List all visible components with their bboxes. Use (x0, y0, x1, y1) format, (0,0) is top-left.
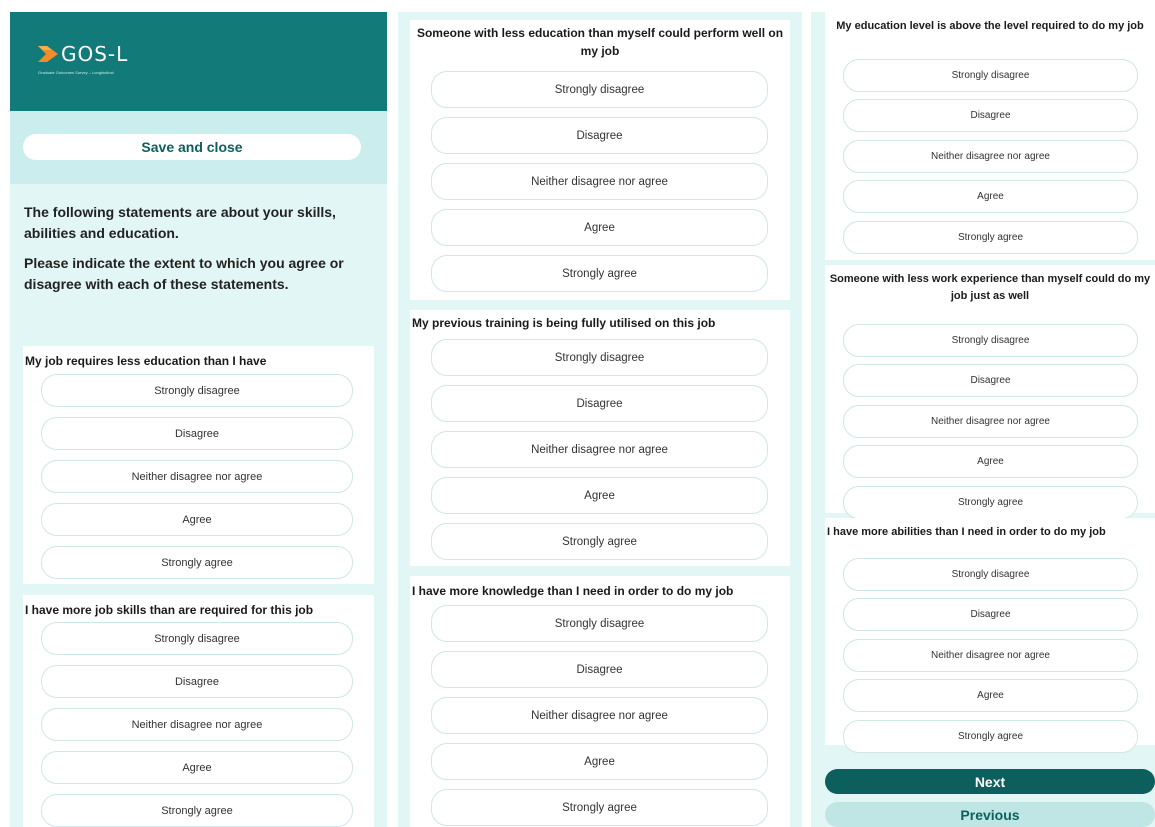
save-and-close-button[interactable]: Save and close (23, 134, 361, 160)
answer-option[interactable]: Agree (431, 743, 768, 780)
question-card: I have more knowledge than I need in ord… (410, 576, 790, 827)
question-title: I have more knowledge than I need in ord… (412, 584, 734, 598)
answer-option[interactable]: Disagree (431, 117, 768, 154)
answer-option[interactable]: Neither disagree nor agree (843, 139, 1138, 173)
intro-text: The following statements are about your … (10, 184, 387, 295)
survey-panel-3: My education level is above the level re… (811, 12, 1155, 827)
question-card: I have more abilities than I need in ord… (825, 518, 1155, 753)
question-title: My education level is above the level re… (836, 20, 1144, 32)
answer-option[interactable]: Strongly agree (843, 719, 1138, 753)
answer-option[interactable]: Disagree (843, 598, 1138, 632)
answer-option[interactable]: Strongly agree (431, 255, 768, 292)
survey-panel-1: GOS-L Graduate Outcomes Survey – Longitu… (10, 12, 387, 827)
answer-option[interactable]: Strongly agree (41, 794, 353, 827)
question-card: My job requires less education than I ha… (23, 346, 374, 584)
answer-option[interactable]: Strongly disagree (431, 605, 768, 642)
answer-option[interactable]: Strongly disagree (431, 339, 768, 376)
question-card: My education level is above the level re… (825, 12, 1155, 260)
answer-option[interactable]: Agree (41, 503, 353, 536)
answer-option[interactable]: Strongly agree (843, 220, 1138, 254)
survey-panel-2: Someone with less education than myself … (398, 12, 802, 827)
question-card: I have more job skills than are required… (23, 595, 374, 827)
answer-option[interactable]: Neither disagree nor agree (431, 163, 768, 200)
previous-button[interactable]: Previous (825, 802, 1155, 827)
question-title: I have more job skills than are required… (25, 603, 314, 617)
answer-option[interactable]: Strongly disagree (431, 71, 768, 108)
answer-option[interactable]: Strongly agree (431, 789, 768, 826)
question-card: My previous training is being fully util… (410, 310, 790, 566)
question-title: Someone with less education than myself … (416, 26, 784, 58)
question-card: Someone with less education than myself … (410, 20, 790, 300)
save-area: Save and close (10, 111, 387, 184)
answer-option[interactable]: Disagree (843, 99, 1138, 133)
answer-option[interactable]: Agree (843, 180, 1138, 214)
question-title: I have more abilities than I need in ord… (827, 526, 1106, 538)
gos-l-logo: GOS-L (38, 42, 128, 66)
question-title: My job requires less education than I ha… (25, 354, 267, 368)
answer-option[interactable]: Neither disagree nor agree (843, 404, 1138, 438)
answer-option[interactable]: Neither disagree nor agree (431, 697, 768, 734)
answer-option[interactable]: Disagree (431, 651, 768, 688)
answer-option[interactable]: Agree (843, 679, 1138, 713)
answer-option[interactable]: Strongly disagree (843, 59, 1138, 92)
answer-option[interactable]: Agree (431, 209, 768, 246)
answer-option[interactable]: Disagree (843, 364, 1138, 398)
logo-subtitle: Graduate Outcomes Survey – Longitudinal (38, 70, 114, 75)
answer-option[interactable]: Strongly agree (431, 523, 768, 560)
intro-line-2: Please indicate the extent to which you … (24, 255, 344, 292)
answer-option[interactable]: Neither disagree nor agree (41, 460, 353, 493)
answer-option[interactable]: Strongly agree (843, 485, 1138, 519)
intro-line-1: The following statements are about your … (24, 204, 336, 241)
brand-header: GOS-L Graduate Outcomes Survey – Longitu… (10, 12, 387, 111)
answer-option[interactable]: Neither disagree nor agree (431, 431, 768, 468)
answer-option[interactable]: Agree (41, 751, 353, 784)
arrow-logo-icon (38, 46, 58, 62)
answer-option[interactable]: Neither disagree nor agree (41, 708, 353, 741)
question-card: Someone with less work experience than m… (825, 265, 1155, 519)
answer-option[interactable]: Strongly disagree (843, 558, 1138, 591)
answer-option[interactable]: Neither disagree nor agree (843, 638, 1138, 672)
logo-text: GOS-L (61, 42, 129, 66)
answer-option[interactable]: Agree (843, 445, 1138, 479)
question-title: Someone with less work experience than m… (829, 273, 1151, 302)
answer-option[interactable]: Strongly agree (41, 546, 353, 579)
answer-option[interactable]: Strongly disagree (41, 622, 353, 655)
answer-option[interactable]: Agree (431, 477, 768, 514)
answer-option[interactable]: Disagree (431, 385, 768, 422)
question-title: My previous training is being fully util… (412, 316, 716, 330)
answer-option[interactable]: Disagree (41, 417, 353, 450)
answer-option[interactable]: Disagree (41, 665, 353, 698)
answer-option[interactable]: Strongly disagree (843, 324, 1138, 357)
answer-option[interactable]: Strongly disagree (41, 374, 353, 407)
next-button[interactable]: Next (825, 769, 1155, 794)
